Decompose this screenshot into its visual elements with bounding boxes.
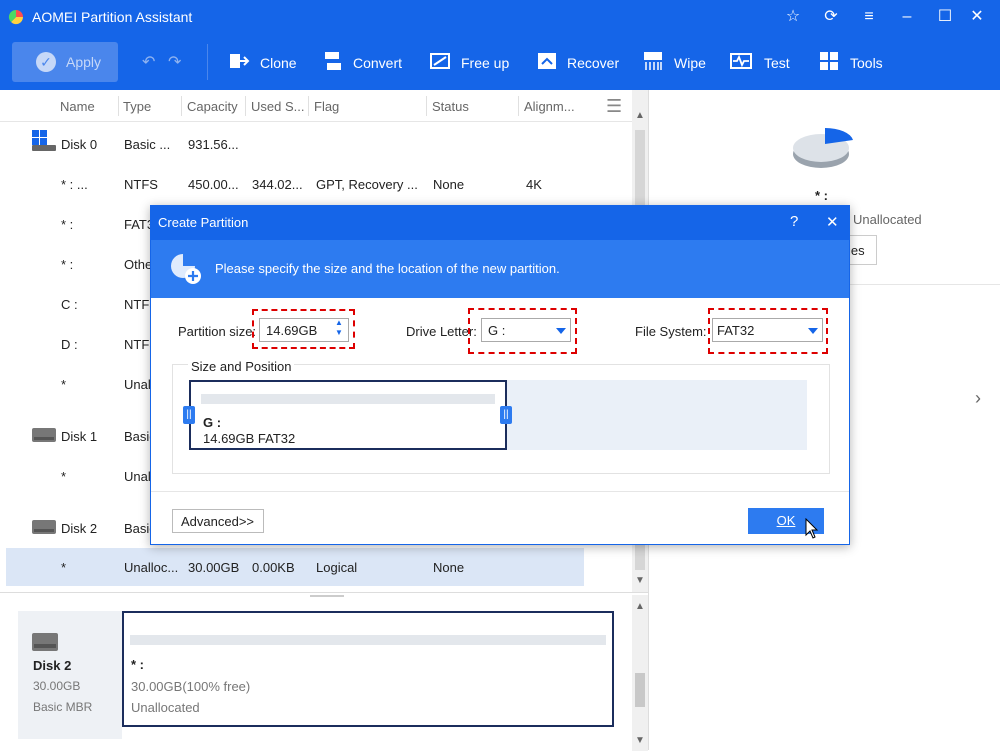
clone-button[interactable]: Clone	[228, 42, 308, 82]
drive-letter-label: Drive Letter:	[406, 324, 477, 339]
usage-bar	[201, 394, 495, 404]
col-used[interactable]: Used S...	[251, 99, 304, 114]
check-icon: ✓	[36, 52, 56, 72]
clone-icon	[230, 54, 250, 68]
free-up-button[interactable]: Free up	[429, 42, 519, 82]
col-alignment[interactable]: Alignm...	[524, 99, 575, 114]
dialog-banner: Please specify the size and the location…	[151, 240, 849, 298]
mouse-cursor-icon	[805, 518, 819, 539]
table-row[interactable]: Disk 0 Basic ... 931.56...	[0, 124, 632, 164]
disk-icon	[32, 428, 56, 442]
disk-grid-icon	[32, 130, 56, 151]
recover-icon	[538, 53, 556, 69]
spin-down-icon[interactable]: ▼	[335, 328, 343, 337]
banner-text: Please specify the size and the location…	[215, 261, 560, 276]
undo-icon[interactable]: ↶	[142, 52, 155, 72]
dialog-close-icon[interactable]: ✕	[826, 213, 839, 231]
add-partition-icon	[171, 254, 201, 284]
col-type[interactable]: Type	[123, 99, 151, 114]
column-divider[interactable]	[181, 96, 182, 116]
window-title: AOMEI Partition Assistant	[32, 9, 193, 25]
file-system-select[interactable]: FAT32	[712, 318, 823, 342]
apply-button[interactable]: ✓ Apply	[12, 42, 118, 82]
partition-block-unallocated[interactable]: * : 30.00GB(100% free) Unallocated	[122, 611, 614, 727]
column-divider[interactable]	[518, 96, 519, 116]
advanced-button[interactable]: Advanced>>	[172, 509, 264, 533]
chevron-right-icon[interactable]: ›	[975, 388, 981, 409]
table-header: Name Type Capacity Used S... Flag Status…	[0, 90, 632, 122]
new-partition-block[interactable]: G : 14.69GB FAT32	[189, 380, 507, 450]
splitter-handle[interactable]	[310, 595, 344, 597]
wipe-icon	[644, 52, 662, 70]
toolbar-separator	[207, 44, 208, 80]
column-divider[interactable]	[245, 96, 246, 116]
create-partition-dialog: Create Partition ? ✕ Please specify the …	[150, 205, 850, 545]
partition-size-label: Partition size:	[178, 324, 257, 339]
disk-info-card[interactable]: Disk 2 30.00GB Basic MBR	[18, 611, 122, 739]
tools-button[interactable]: Tools	[818, 42, 898, 82]
drive-letter-select[interactable]: G :	[481, 318, 571, 342]
partition-size-spinner[interactable]: 14.69GB ▲ ▼	[259, 318, 349, 342]
close-icon[interactable]: ✕	[966, 6, 988, 28]
help-button[interactable]: ?	[790, 213, 798, 230]
diskmap-scrollbar[interactable]: ▲ ▼	[632, 595, 648, 751]
col-name[interactable]: Name	[60, 99, 95, 114]
right-resize-handle[interactable]: ||	[500, 406, 512, 424]
minimize-icon[interactable]: –	[896, 6, 918, 28]
column-divider[interactable]	[308, 96, 309, 116]
refresh-icon[interactable]: ⟳	[820, 6, 842, 28]
left-resize-handle[interactable]: ||	[183, 406, 195, 424]
column-divider[interactable]	[118, 96, 119, 116]
dialog-title: Create Partition	[158, 215, 249, 230]
test-button[interactable]: Test	[730, 42, 805, 82]
disk-icon	[32, 633, 58, 651]
convert-button[interactable]: Convert	[322, 42, 412, 82]
wipe-button[interactable]: Wipe	[642, 42, 717, 82]
free-up-icon	[430, 53, 450, 69]
disk-map: Disk 2 30.00GB Basic MBR * : 30.00GB(100…	[0, 592, 648, 751]
test-icon	[730, 53, 752, 69]
title-bar: AOMEI Partition Assistant ☆ ⟳ ≡ – ☐ ✕	[0, 0, 1000, 34]
column-divider[interactable]	[426, 96, 427, 116]
maximize-icon[interactable]: ☐	[934, 6, 956, 28]
convert-icon	[325, 52, 341, 70]
chevron-down-icon	[808, 328, 818, 334]
col-flag[interactable]: Flag	[314, 99, 339, 114]
toolbar: ✓ Apply ↶ ↷ Clone Convert Free up Recove…	[0, 34, 1000, 90]
disk-icon	[32, 520, 56, 534]
file-system-label: File System:	[635, 324, 707, 339]
recover-button[interactable]: Recover	[536, 42, 626, 82]
table-row[interactable]: * : ... NTFS 450.00... 344.02... GPT, Re…	[0, 164, 632, 204]
scroll-thumb[interactable]	[635, 673, 645, 707]
divider	[151, 491, 849, 492]
scroll-down-icon[interactable]: ▼	[635, 735, 645, 746]
tools-icon	[820, 52, 838, 70]
dialog-title-bar: Create Partition ? ✕	[151, 206, 849, 240]
usage-bar	[130, 635, 606, 645]
scroll-down-icon[interactable]: ▼	[635, 575, 645, 586]
app-logo-icon	[8, 9, 24, 25]
pie-disk-icon	[793, 127, 853, 168]
column-settings-icon[interactable]: ☰	[606, 96, 622, 117]
col-status[interactable]: Status	[432, 99, 469, 114]
star-icon[interactable]: ☆	[782, 6, 804, 28]
menu-icon[interactable]: ≡	[858, 6, 880, 28]
redo-icon[interactable]: ↷	[168, 52, 181, 72]
chevron-down-icon	[556, 328, 566, 334]
col-capacity[interactable]: Capacity	[187, 99, 238, 114]
scroll-up-icon[interactable]: ▲	[635, 110, 645, 121]
group-label: Size and Position	[188, 359, 295, 374]
table-row-selected[interactable]: * Unalloc... 30.00GB 0.00KB Logical None	[6, 548, 584, 586]
spin-up-icon[interactable]: ▲	[335, 318, 343, 327]
scroll-up-icon[interactable]: ▲	[635, 601, 645, 612]
